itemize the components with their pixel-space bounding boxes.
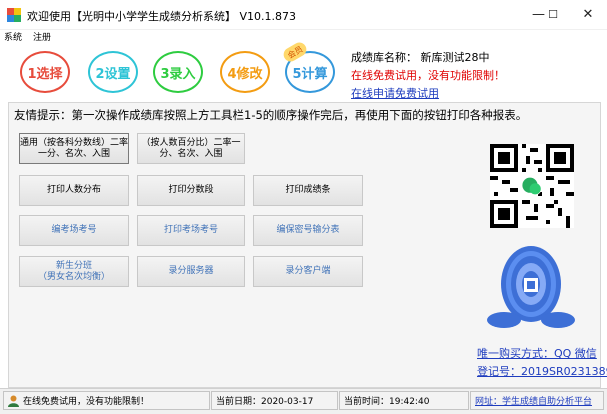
close-button[interactable]: ✕ — [569, 0, 607, 29]
status-time: 当前时间：19:42:40 — [339, 391, 469, 410]
step-select-button[interactable]: 1选择 — [20, 51, 70, 93]
window-title: 欢迎使用【光明中小学学生成绩分析系统】 V10.1.873 — [27, 10, 297, 23]
print-score-range-button[interactable]: 打印分数段 — [137, 175, 245, 206]
menu-bar: 系统 注册 — [0, 29, 607, 44]
purchase-method-link[interactable]: 唯一购买方式：QQ 微信 — [477, 345, 597, 361]
assign-exam-number-button[interactable]: 编考场考号 — [19, 215, 129, 246]
general-report-button[interactable]: 通用（按各科分数线）二率一分、名次、入围 — [19, 133, 129, 164]
new-class-sublabel: （男女名次均衡） — [37, 271, 110, 282]
registration-number-link[interactable]: 登记号：2019SR0231389 — [477, 363, 607, 379]
status-trial: 在线免费试用，没有功能限制！ — [3, 391, 210, 410]
qq-qr-icon — [484, 240, 578, 336]
user-icon — [8, 395, 19, 407]
title-bar: 欢迎使用【光明中小学学生成绩分析系统】 V10.1.873 — ☐ ✕ — [0, 0, 607, 30]
score-client-button[interactable]: 录分客户端 — [253, 256, 363, 287]
status-website[interactable]: 网址：学生成绩自助分析平台 — [470, 391, 604, 410]
step-entry-button[interactable]: 3录入 — [153, 51, 203, 93]
tip-text: 友情提示：第一次操作成绩库按照上方工具栏1-5的顺序操作完后，再使用下面的按钮打… — [14, 108, 528, 122]
print-result-slip-button[interactable]: 打印成绩条 — [253, 175, 363, 206]
step-settings-button[interactable]: 2设置 — [88, 51, 138, 93]
print-exam-number-button[interactable]: 打印考场考号 — [137, 215, 245, 246]
app-icon — [7, 8, 21, 22]
menu-system[interactable]: 系统 — [4, 30, 22, 43]
trial-warning: 在线免费试用，没有功能限制！ — [351, 69, 505, 82]
wechat-qr-icon — [490, 144, 574, 228]
status-bar: 在线免费试用，没有功能限制！ 当前日期：2020-03-17 当前时间：19:4… — [0, 388, 607, 414]
step-edit-button[interactable]: 4修改 — [220, 51, 270, 93]
percent-report-button[interactable]: （按人数百分比）二率一分、名次、入围 — [137, 133, 245, 164]
apply-trial-link[interactable]: 在线申请免费试用 — [351, 85, 439, 101]
maximize-button[interactable]: ☐ — [537, 0, 569, 29]
website-link[interactable]: 网址：学生成绩自助分析平台 — [475, 394, 592, 407]
status-date: 当前日期：2020-03-17 — [211, 391, 338, 410]
database-name: 成绩库名称： 新库测试28中 — [351, 51, 490, 64]
new-class-label: 新生分班 — [55, 260, 92, 271]
menu-register[interactable]: 注册 — [33, 30, 51, 43]
status-trial-text: 在线免费试用，没有功能限制！ — [23, 397, 150, 407]
toolbar: 1选择 2设置 3录入 4修改 5计算 会员 — [8, 39, 607, 102]
secret-number-button[interactable]: 编保密号输分表 — [253, 215, 363, 246]
new-student-class-button[interactable]: 新生分班 （男女名次均衡） — [19, 256, 129, 287]
print-count-distribution-button[interactable]: 打印人数分布 — [19, 175, 129, 206]
score-server-button[interactable]: 录分服务器 — [137, 256, 245, 287]
